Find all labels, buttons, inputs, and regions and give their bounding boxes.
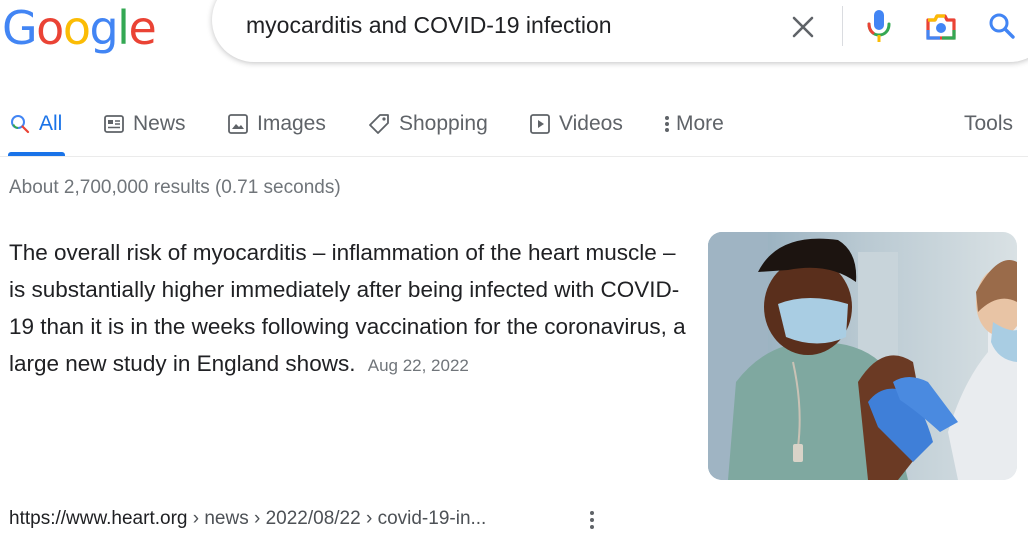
google-logo[interactable]: Google — [2, 0, 157, 56]
tab-label: More — [676, 112, 724, 135]
tab-label: Shopping — [399, 112, 488, 135]
tab-label: News — [133, 112, 186, 135]
tag-icon — [368, 113, 390, 135]
kebab-icon — [664, 114, 670, 134]
newspaper-icon — [104, 115, 124, 133]
featured-snippet: The overall risk of myocarditis – inflam… — [9, 234, 689, 384]
snippet-date: Aug 22, 2022 — [367, 356, 469, 375]
microphone-icon — [867, 10, 891, 42]
logo-letter: o — [62, 1, 91, 55]
tab-shopping[interactable]: Shopping — [368, 106, 488, 142]
logo-letter: l — [117, 1, 130, 55]
tab-label: All — [39, 112, 63, 135]
tab-more[interactable]: More — [664, 106, 724, 142]
logo-letter: g — [89, 1, 118, 55]
voice-search-button[interactable] — [862, 6, 896, 46]
search-input[interactable]: myocarditis and COVID-19 infection — [246, 12, 612, 39]
tab-all[interactable]: All — [10, 106, 62, 142]
search-divider — [842, 6, 843, 46]
search-tabs: All News Images Shopping Videos More Too… — [0, 100, 1028, 157]
search-button[interactable] — [984, 8, 1020, 44]
result-options-button[interactable] — [582, 507, 602, 533]
result-breadcrumb: › news › 2022/08/22 › covid-19-in... — [192, 508, 487, 529]
tab-videos[interactable]: Videos — [530, 106, 623, 142]
camera-lens-icon — [926, 14, 956, 40]
logo-letter: e — [128, 1, 156, 55]
tab-news[interactable]: News — [104, 106, 186, 142]
tools-button[interactable]: Tools — [964, 106, 1013, 142]
search-icon — [10, 114, 30, 134]
clear-button[interactable] — [786, 10, 820, 44]
logo-letter: o — [36, 1, 64, 55]
snippet-image[interactable] — [708, 232, 1017, 480]
more-vert-icon — [590, 511, 594, 529]
logo-letter: G — [2, 1, 38, 55]
snippet-text: The overall risk of myocarditis – inflam… — [9, 240, 686, 376]
tab-label: Videos — [559, 112, 623, 135]
image-icon — [228, 114, 248, 134]
close-icon — [792, 16, 814, 38]
tab-images[interactable]: Images — [228, 106, 326, 142]
play-icon — [530, 114, 550, 134]
result-domain: https://www.heart.org — [9, 508, 188, 529]
result-stats: About 2,700,000 results (0.71 seconds) — [9, 177, 341, 198]
lens-search-button[interactable] — [922, 8, 960, 46]
search-icon — [989, 13, 1015, 39]
tab-label: Images — [257, 112, 326, 135]
active-tab-indicator — [8, 152, 65, 156]
result-url[interactable]: https://www.heart.org › news › 2022/08/2… — [9, 508, 486, 530]
